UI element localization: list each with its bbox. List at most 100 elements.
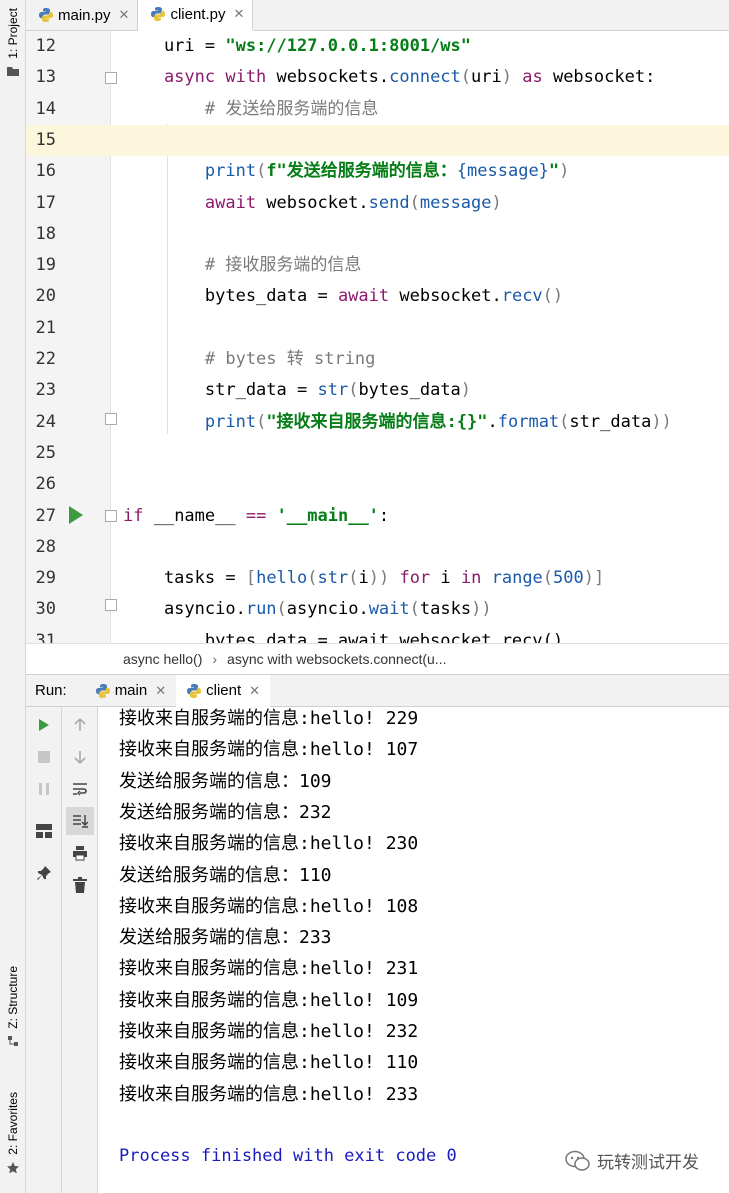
- tab-client-label: client.py: [170, 5, 226, 23]
- code-line[interactable]: 27 if __name__ == '__main__':: [26, 501, 729, 532]
- console-line: 接收来自服务端的信息:hello! 109: [119, 989, 419, 1011]
- tab-client-py[interactable]: client.py ✕: [138, 0, 254, 31]
- console-line: 接收来自服务端的信息:hello! 231: [119, 958, 419, 980]
- code-text: print(f"发送给服务端的信息：{message}"): [123, 161, 570, 182]
- code-text: await websocket.send(message): [123, 192, 502, 213]
- scroll-up-button[interactable]: [62, 711, 98, 739]
- code-line[interactable]: 20 bytes_data = await websocket.recv(): [26, 281, 729, 312]
- line-number: 25: [35, 442, 56, 463]
- code-line[interactable]: 31 bytes_data = await websocket.recv(): [26, 626, 729, 643]
- console-line: 接收来自服务端的信息:hello! 229: [119, 708, 419, 729]
- run-tab-main-label: main: [114, 682, 148, 699]
- python-file-icon: [187, 683, 202, 698]
- run-tab-main[interactable]: main ✕: [85, 675, 176, 707]
- code-editor[interactable]: 12 uri = "ws://127.0.0.1:8001/ws" 13 asyn…: [26, 31, 729, 643]
- close-icon[interactable]: ✕: [233, 6, 244, 22]
- layout-icon: [36, 824, 52, 838]
- run-gutter-icon[interactable]: [69, 506, 83, 524]
- code-line[interactable]: 21: [26, 313, 729, 344]
- line-number: 18: [35, 223, 56, 244]
- line-number: 28: [35, 536, 56, 557]
- fold-marker-icon[interactable]: [105, 413, 117, 425]
- line-number: 26: [35, 474, 56, 495]
- pin-button[interactable]: [26, 859, 62, 887]
- code-line[interactable]: 26: [26, 469, 729, 500]
- code-text: uri = "ws://127.0.0.1:8001/ws": [123, 36, 471, 56]
- tab-main-py[interactable]: main.py ✕: [26, 0, 139, 30]
- rerun-button[interactable]: [26, 711, 62, 739]
- console-line: 发送给服务端的信息：109: [119, 770, 332, 792]
- star-icon: [7, 1161, 19, 1174]
- code-line[interactable]: 18: [26, 219, 729, 250]
- project-tool-label: 1: Project: [6, 8, 20, 59]
- line-number: 16: [35, 161, 56, 182]
- code-line[interactable]: 25: [26, 438, 729, 469]
- console-line: 发送给服务端的信息：232: [119, 801, 332, 823]
- code-line[interactable]: 29 tasks = [hello(str(i)) for i in range…: [26, 563, 729, 594]
- code-text: bytes_data = await websocket.recv(): [123, 286, 564, 307]
- code-line[interactable]: 19 # 接收服务端的信息: [26, 250, 729, 281]
- line-number: 20: [35, 286, 56, 307]
- breadcrumb-item-hello[interactable]: async hello(): [123, 651, 202, 667]
- layout-button[interactable]: [26, 817, 62, 845]
- pause-button[interactable]: [26, 775, 62, 803]
- line-number: 27: [35, 505, 56, 526]
- scroll-down-button[interactable]: [62, 743, 98, 771]
- line-number: 22: [35, 349, 56, 369]
- fold-marker-icon[interactable]: [105, 72, 117, 84]
- close-icon[interactable]: ✕: [119, 7, 130, 23]
- run-tool-header: Run: main ✕ client ✕: [26, 674, 729, 707]
- watermark: 玩转测试开发: [565, 1148, 699, 1173]
- play-icon: [39, 719, 49, 731]
- python-file-icon: [39, 8, 53, 22]
- print-button[interactable]: [62, 839, 98, 867]
- trash-icon: [73, 877, 87, 893]
- line-number: 24: [35, 411, 56, 432]
- scroll-to-end-button[interactable]: [66, 807, 94, 835]
- code-line[interactable]: 14 # 发送给服务端的信息: [26, 94, 729, 125]
- arrow-up-icon: [74, 718, 86, 731]
- code-line[interactable]: 12 uri = "ws://127.0.0.1:8001/ws": [26, 31, 729, 62]
- code-line[interactable]: 23 str_data = str(bytes_data): [26, 375, 729, 406]
- line-number: 19: [35, 255, 56, 276]
- run-tab-client[interactable]: client ✕: [176, 674, 271, 707]
- console-output[interactable]: 接收来自服务端的信息:hello! 229 接收来自服务端的信息:hello! 1…: [98, 707, 729, 1193]
- line-number: 13: [35, 67, 56, 88]
- watermark-text: 玩转测试开发: [597, 1153, 699, 1173]
- fold-marker-icon[interactable]: [105, 510, 117, 522]
- code-text: tasks = [hello(str(i)) for i in range(50…: [123, 568, 605, 589]
- stop-button[interactable]: [26, 743, 62, 771]
- console-line: 接收来自服务端的信息:hello! 110: [119, 1052, 419, 1074]
- breadcrumb-separator: ›: [212, 651, 218, 667]
- code-line[interactable]: 13 async with websockets.connect(uri) as…: [26, 62, 729, 93]
- line-number: 12: [35, 36, 56, 56]
- line-number: 31: [35, 630, 56, 643]
- line-number: 30: [35, 599, 56, 620]
- code-line[interactable]: 22 # bytes 转 string: [26, 344, 729, 375]
- folder-icon: [7, 66, 19, 76]
- code-line[interactable]: 15: [26, 124, 729, 156]
- soft-wrap-button[interactable]: [62, 775, 98, 803]
- breadcrumb-item-connect[interactable]: async with websockets.connect(u...: [227, 651, 446, 667]
- code-line[interactable]: 17 await websocket.send(message): [26, 188, 729, 219]
- editor-tab-bar: main.py ✕ client.py ✕: [26, 0, 729, 31]
- code-line[interactable]: 16 print(f"发送给服务端的信息：{message}"): [26, 156, 729, 187]
- close-icon[interactable]: ✕: [155, 683, 166, 699]
- tab-main-label: main.py: [58, 6, 111, 24]
- close-icon[interactable]: ✕: [249, 683, 260, 699]
- line-number: 15: [35, 129, 56, 150]
- code-line[interactable]: 30 asyncio.run(asyncio.wait(tasks)): [26, 594, 729, 625]
- structure-tool-button[interactable]: Z: Structure: [2, 966, 24, 1047]
- run-tab-client-label: client: [206, 682, 242, 699]
- favorites-tool-button[interactable]: 2: Favorites: [2, 1092, 24, 1175]
- code-line[interactable]: 24 print("接收来自服务端的信息:{}".format(str_data…: [26, 407, 729, 438]
- code-line[interactable]: 28: [26, 532, 729, 563]
- structure-tool-label: Z: Structure: [6, 966, 20, 1029]
- clear-button[interactable]: [62, 871, 98, 899]
- structure-icon: [8, 1035, 18, 1046]
- project-tool-button[interactable]: 1: Project: [2, 8, 24, 77]
- fold-marker-icon[interactable]: [105, 599, 117, 611]
- code-text: async with websockets.connect(uri) as we…: [123, 67, 656, 88]
- tool-window-stripe: 1: Project Z: Structure 2: Favorites: [0, 0, 26, 1193]
- console-line: 接收来自服务端的信息:hello! 233: [119, 1083, 419, 1105]
